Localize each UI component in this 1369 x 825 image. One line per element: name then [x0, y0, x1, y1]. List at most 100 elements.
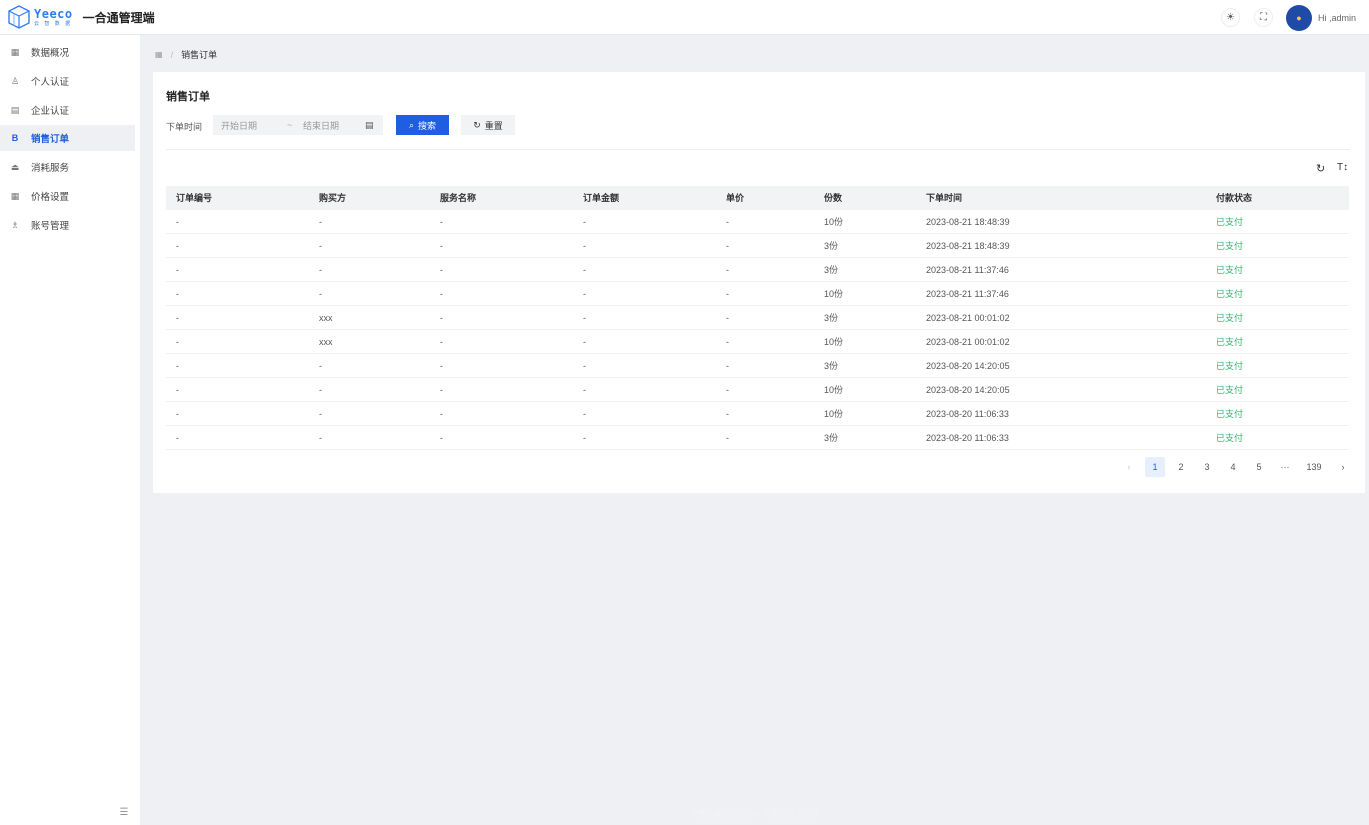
time-cell: 2023-08-21 18:48:39: [926, 241, 1010, 251]
search-icon: ⌕: [408, 119, 415, 130]
time-cell: 2023-08-20 14:20:05: [926, 385, 1010, 395]
fullscreen-button[interactable]: ⛶: [1253, 8, 1273, 27]
sidebar-item-personal-auth[interactable]: ♙ 个人认证: [0, 68, 135, 94]
buyer-cell: -: [319, 385, 322, 395]
menu-collapse-icon[interactable]: ☰: [118, 806, 130, 818]
sidebar-item-dashboard[interactable]: ▦ 数据概况: [0, 39, 135, 65]
prev-page-button[interactable]: ‹: [1119, 457, 1139, 477]
time-cell: 2023-08-20 11:06:33: [926, 433, 1009, 443]
status-badge: 已支付: [1216, 265, 1244, 275]
qty-cell: 10份: [824, 217, 844, 227]
price-cell: -: [726, 241, 729, 251]
amount-cell: -: [583, 265, 586, 275]
table-row[interactable]: - - - - - 3份 2023-08-20 14:20:05 已支付: [166, 354, 1349, 378]
page-button-4[interactable]: 4: [1223, 457, 1243, 477]
service-cell: -: [440, 265, 443, 275]
order-icon: B: [11, 133, 19, 143]
table-row[interactable]: - - - - - 10份 2023-08-21 18:48:39 已支付: [166, 210, 1349, 234]
buyer-cell: -: [319, 241, 322, 251]
table-row[interactable]: - - - - - 3份 2023-08-21 11:37:46 已支付: [166, 258, 1349, 282]
page-ellipsis[interactable]: ···: [1275, 457, 1295, 477]
top-header: Yeeco 云 智 数 据 一合通管理端 ☀ ⛶ ● Hi ,admin: [0, 0, 1369, 35]
date-separator: ~: [287, 120, 293, 130]
reset-icon: ↻: [473, 119, 481, 130]
price-cell: -: [726, 409, 729, 419]
page-button-3[interactable]: 3: [1197, 457, 1217, 477]
user-greeting[interactable]: Hi ,admin: [1318, 13, 1356, 23]
service-cell: -: [440, 289, 443, 299]
logo-icon: [8, 5, 30, 29]
column-header: 服务名称: [440, 193, 477, 203]
avatar[interactable]: ●: [1285, 4, 1312, 31]
table-row[interactable]: - - - - - 3份 2023-08-21 18:48:39 已支付: [166, 234, 1349, 258]
page-button-5[interactable]: 5: [1249, 457, 1269, 477]
amount-cell: -: [583, 433, 586, 443]
order-no-cell: -: [176, 409, 179, 419]
sidebar-item-consumption[interactable]: ⏏ 消耗服务: [0, 154, 135, 180]
qty-cell: 3份: [824, 241, 839, 251]
service-cell: -: [440, 337, 443, 347]
sidebar-item-accounts[interactable]: ♗ 账号管理: [0, 212, 135, 238]
column-header: 付款状态: [1216, 193, 1253, 203]
table-row[interactable]: - xxx - - - 10份 2023-08-21 00:01:02 已支付: [166, 330, 1349, 354]
table-row[interactable]: - - - - - 10份 2023-08-20 14:20:05 已支付: [166, 378, 1349, 402]
order-no-cell: -: [176, 241, 179, 251]
buyer-cell: -: [319, 289, 322, 299]
table-row[interactable]: - - - - - 3份 2023-08-20 11:06:33 已支付: [166, 426, 1349, 450]
buyer-cell: xxx: [319, 337, 333, 347]
date-range-picker[interactable]: 开始日期 ~ 结束日期 ▤: [213, 115, 383, 135]
service-cell: -: [440, 385, 443, 395]
sidebar-item-enterprise-auth[interactable]: ▤ 企业认证: [0, 97, 135, 123]
next-page-button[interactable]: ›: [1333, 457, 1353, 477]
sidebar-item-label: 销售订单: [31, 134, 70, 145]
sidebar-item-label: 个人认证: [31, 77, 70, 88]
search-button[interactable]: ⌕ 搜索: [396, 115, 449, 135]
buyer-cell: -: [319, 217, 322, 227]
status-badge: 已支付: [1216, 241, 1244, 251]
user-icon: ♙: [10, 75, 20, 86]
sidebar-item-pricing[interactable]: ▦ 价格设置: [0, 183, 135, 209]
table-row[interactable]: - - - - - 10份 2023-08-20 11:06:33 已支付: [166, 402, 1349, 426]
amount-cell: -: [583, 289, 586, 299]
start-date-input[interactable]: 开始日期: [221, 119, 287, 132]
service-icon: ⏏: [10, 161, 20, 172]
buyer-cell: -: [319, 361, 322, 371]
refresh-icon[interactable]: ↻: [1316, 162, 1325, 175]
price-cell: -: [726, 265, 729, 275]
qty-cell: 3份: [824, 433, 839, 443]
page-button-1[interactable]: 1: [1145, 457, 1165, 477]
column-header: 购买方: [319, 193, 347, 203]
home-icon[interactable]: ▦: [155, 50, 163, 59]
time-cell: 2023-08-20 11:06:33: [926, 409, 1009, 419]
buyer-cell: -: [319, 433, 322, 443]
price-cell: -: [726, 289, 729, 299]
page-button-2[interactable]: 2: [1171, 457, 1191, 477]
page-title: 销售订单: [166, 91, 210, 103]
end-date-input[interactable]: 结束日期: [303, 119, 365, 132]
logo-text: Yeeco: [34, 6, 73, 21]
sun-icon: ☀: [1226, 12, 1235, 23]
time-cell: 2023-08-21 18:48:39: [926, 217, 1010, 227]
fullscreen-icon: ⛶: [1259, 12, 1267, 23]
time-cell: 2023-08-21 00:01:02: [926, 313, 1010, 323]
status-badge: 已支付: [1216, 409, 1244, 419]
service-cell: -: [440, 361, 443, 371]
table-row[interactable]: - xxx - - - 3份 2023-08-21 00:01:02 已支付: [166, 306, 1349, 330]
column-header: 单价: [726, 193, 745, 203]
amount-cell: -: [583, 217, 586, 227]
sidebar-item-sales-orders[interactable]: B 销售订单: [0, 125, 135, 151]
calendar-icon[interactable]: ▤: [365, 120, 374, 131]
amount-cell: -: [583, 409, 586, 419]
buyer-cell: xxx: [319, 313, 333, 323]
qty-cell: 10份: [824, 409, 844, 419]
density-icon[interactable]: T↕: [1337, 162, 1348, 173]
avatar-icon: ●: [1296, 12, 1302, 23]
status-badge: 已支付: [1216, 385, 1244, 395]
reset-button[interactable]: ↻ 重置: [461, 115, 515, 135]
account-icon: ♗: [10, 219, 20, 230]
order-time-label: 下单时间: [166, 122, 203, 132]
page-button-last[interactable]: 139: [1301, 457, 1327, 477]
table-row[interactable]: - - - - - 10份 2023-08-21 11:37:46 已支付: [166, 282, 1349, 306]
theme-toggle-button[interactable]: ☀: [1220, 8, 1240, 27]
status-badge: 已支付: [1216, 337, 1244, 347]
